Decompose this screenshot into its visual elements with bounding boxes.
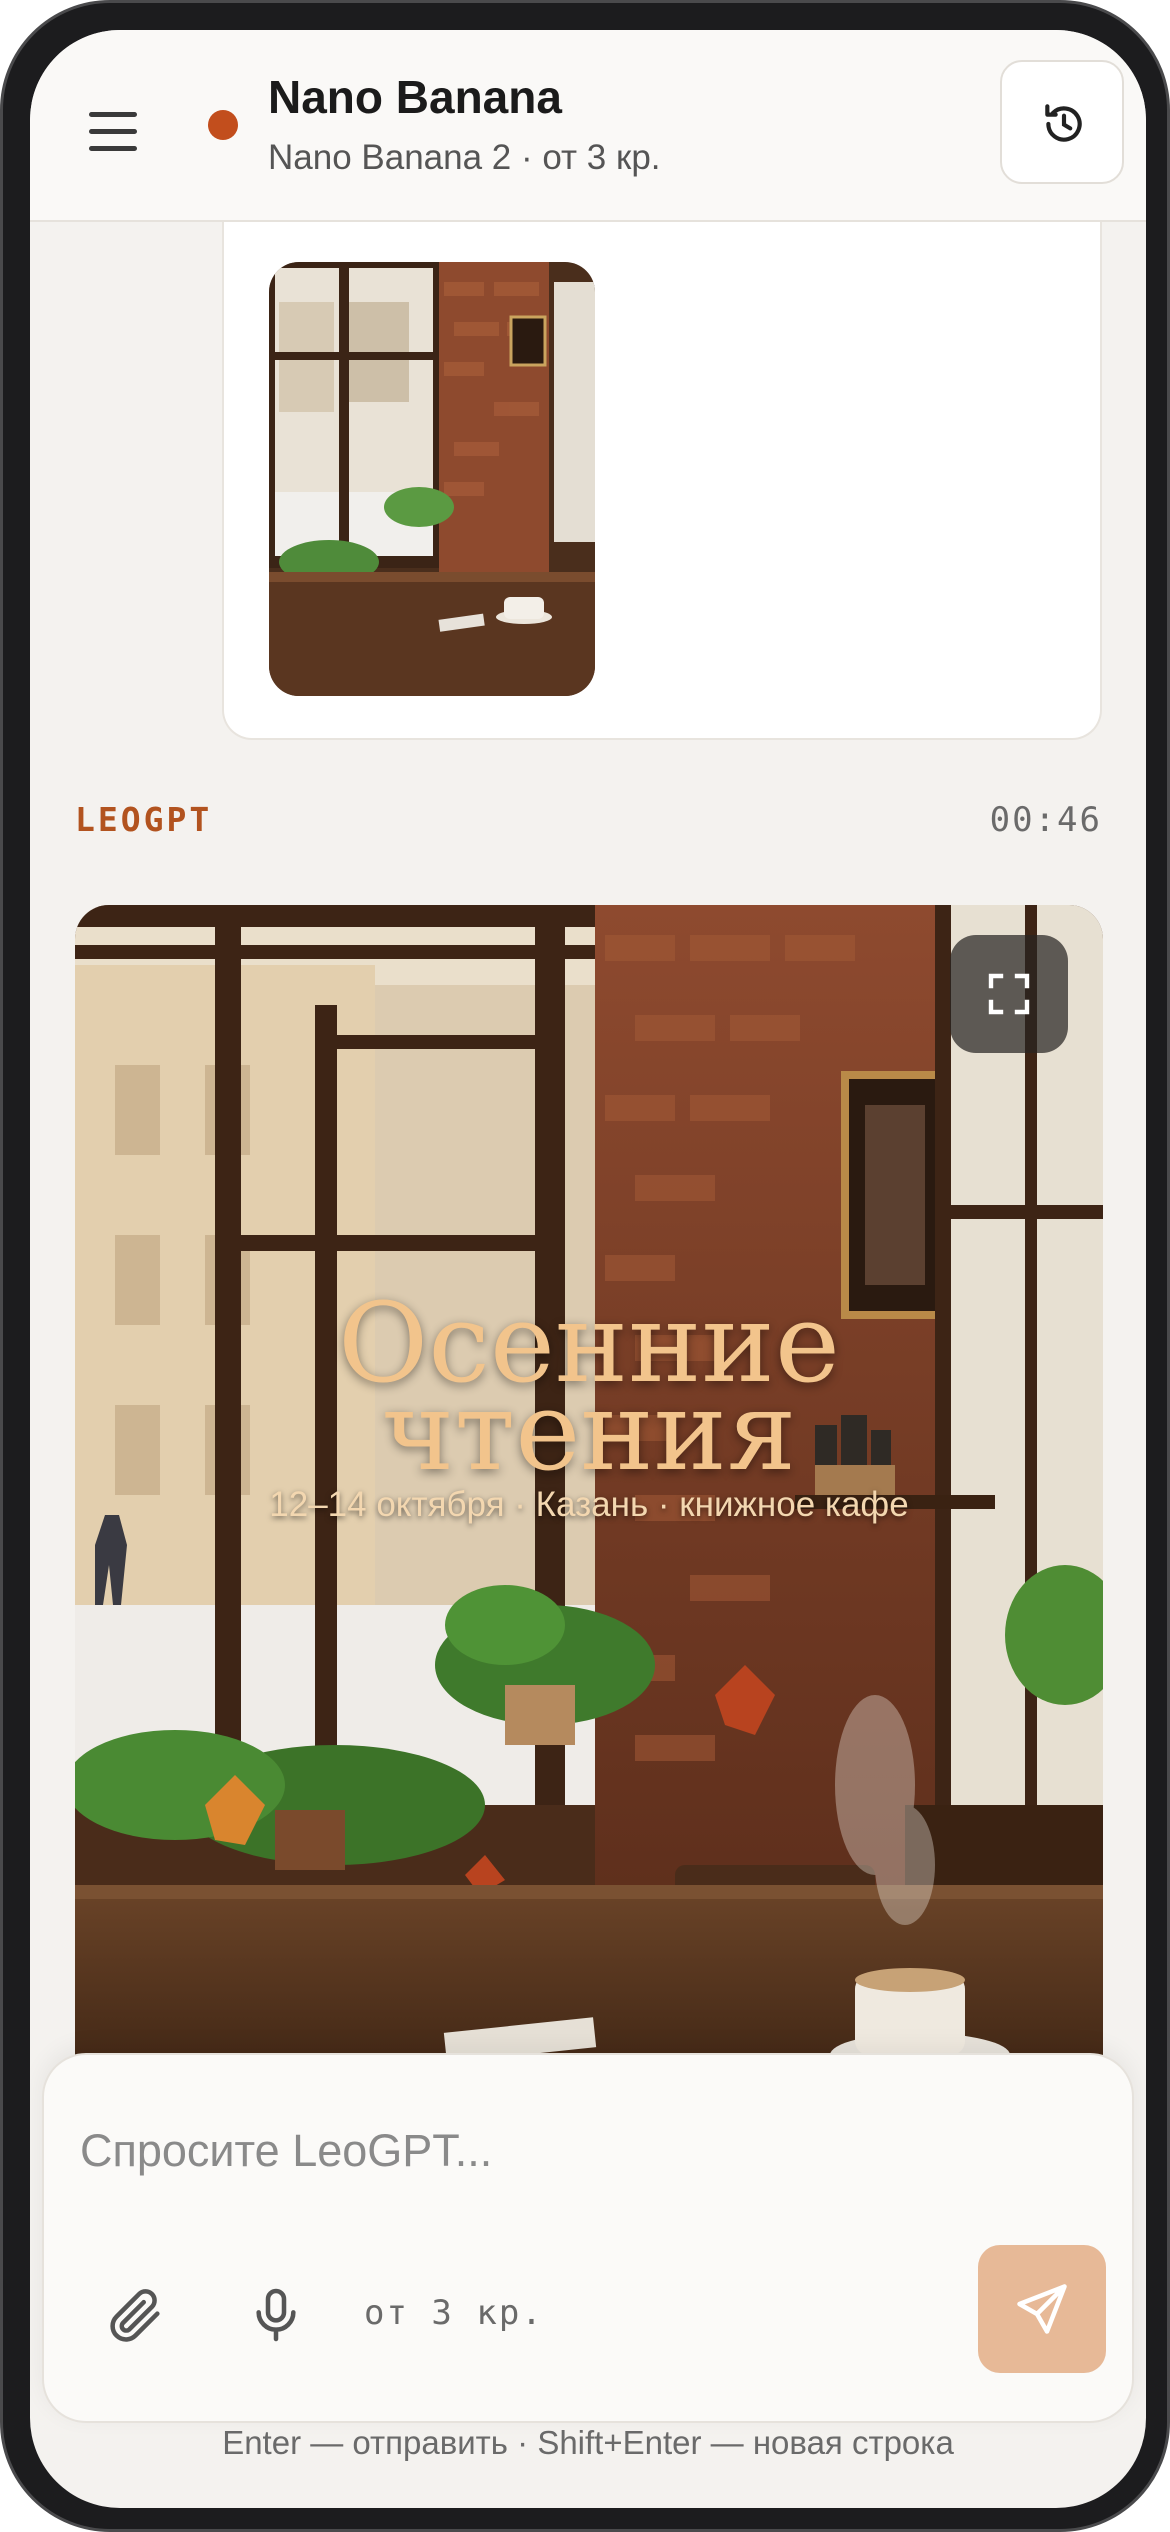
microphone-button[interactable] [244, 2283, 314, 2353]
send-icon [1017, 2284, 1067, 2334]
history-button[interactable] [1000, 60, 1124, 184]
chat-subtitle: Nano Banana 2 · от 3 кр. [268, 138, 661, 177]
menu-button[interactable] [85, 112, 141, 152]
attached-image[interactable] [269, 262, 595, 696]
generated-image[interactable]: Осенние чтения 12–14 октября · Казань · … [75, 905, 1103, 2105]
user-message-card [222, 180, 1102, 740]
hamburger-menu-icon [89, 112, 137, 117]
message-time: 00:46 [989, 800, 1102, 840]
chat-title: Nano Banana [268, 71, 562, 123]
send-button[interactable] [978, 2245, 1106, 2373]
expand-image-button[interactable] [950, 935, 1068, 1053]
message-composer: от 3 кр. [42, 2053, 1134, 2423]
credit-cost-label: от 3 кр. [364, 2293, 544, 2333]
cafe-photo-thumbnail [269, 262, 595, 696]
poster-title-line2: чтения [381, 1367, 797, 1495]
expand-fullscreen-icon [988, 973, 1030, 1015]
prompt-input[interactable] [78, 2115, 982, 2187]
assistant-name: LEOGPT [75, 800, 213, 839]
model-status-dot [208, 110, 238, 140]
keyboard-hint: Enter — отправить · Shift+Enter — новая … [222, 2424, 954, 2461]
device-frame: Nano Banana Nano Banana 2 · от 3 кр. LEO… [0, 0, 1170, 2532]
chat-header: Nano Banana Nano Banana 2 · от 3 кр. [30, 30, 1146, 222]
poster-subtitle: 12–14 октября · Казань · книжное кафе [269, 1485, 909, 1524]
microphone-icon [256, 2288, 296, 2342]
hamburger-menu-icon-line [89, 146, 137, 151]
paperclip-icon [110, 2289, 160, 2342]
hamburger-menu-icon-line [89, 129, 137, 134]
attach-button[interactable] [104, 2283, 174, 2353]
history-clock-icon [1045, 104, 1082, 142]
app-screen: Nano Banana Nano Banana 2 · от 3 кр. LEO… [30, 30, 1146, 2508]
